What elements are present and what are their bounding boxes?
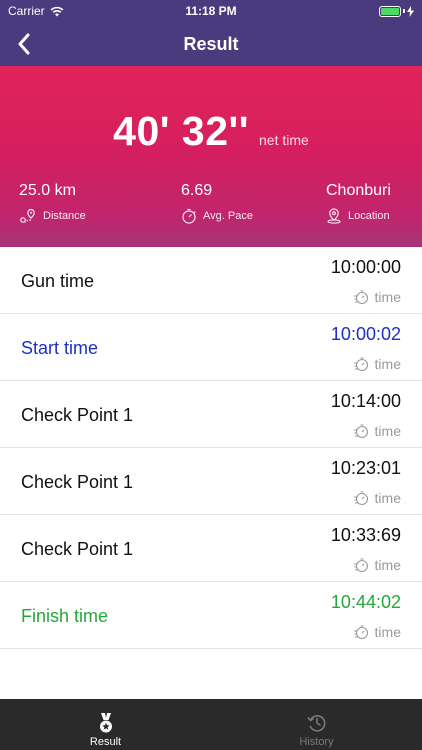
net-time-label: net time: [259, 132, 309, 148]
row-tag-label: time: [374, 557, 401, 573]
status-left: Carrier: [8, 4, 64, 18]
route-pin-icon: [20, 208, 35, 223]
wifi-icon: [50, 6, 64, 16]
list-item-finish-time[interactable]: Finish time 10:44:02 time: [0, 582, 422, 649]
pace-label: Avg. Pace: [203, 210, 253, 222]
medal-icon: [99, 713, 112, 733]
net-time-block: 40' 32'' net time: [0, 108, 422, 155]
row-name: Check Point 1: [21, 472, 134, 492]
timer-icon: [353, 625, 368, 640]
chevron-left-icon: [18, 33, 30, 55]
carrier-label: Carrier: [8, 4, 45, 18]
row-tag: time: [353, 624, 401, 640]
location-label: Location: [348, 210, 390, 222]
location-pin-icon: [327, 208, 341, 224]
list-item-gun-time[interactable]: Gun time 10:00:00 time: [0, 247, 422, 314]
pace-value: 6.69: [181, 182, 213, 199]
history-icon: [306, 715, 326, 732]
page-title: Result: [183, 33, 239, 54]
row-tag: time: [353, 356, 401, 372]
row-tag-label: time: [374, 356, 401, 372]
row-name: Finish time: [21, 606, 109, 626]
row-name: Check Point 1: [21, 405, 134, 425]
tab-bar: Result History: [0, 699, 422, 750]
distance-stat: 25.0 km Distance: [19, 182, 86, 224]
nav-bar: Result: [0, 22, 422, 66]
distance-value: 25.0 km: [19, 182, 76, 199]
stopwatch-icon: [182, 208, 196, 224]
row-tag-label: time: [374, 624, 401, 640]
list-item-check-point[interactable]: Check Point 1 10:23:01 time: [0, 448, 422, 515]
list-item-start-time[interactable]: Start time 10:00:02 time: [0, 314, 422, 381]
result-summary: 40' 32'' net time 25.0 km Distance 6.69 …: [0, 66, 422, 247]
row-tag-label: time: [374, 289, 401, 305]
row-name: Check Point 1: [21, 539, 134, 559]
pace-stat: 6.69 Avg. Pace: [181, 182, 253, 224]
tab-result[interactable]: Result: [0, 699, 211, 750]
status-bar: Carrier 11:18 PM: [0, 0, 422, 22]
row-tag: time: [353, 423, 401, 439]
row-tag-label: time: [374, 423, 401, 439]
tab-history[interactable]: History: [211, 699, 422, 750]
row-name: Gun time: [21, 271, 95, 291]
tab-label: History: [299, 736, 334, 748]
location-value: Chonburi: [326, 182, 391, 199]
list-item-check-point[interactable]: Check Point 1 10:14:00 time: [0, 381, 422, 448]
row-time: 10:14:00: [330, 391, 401, 411]
location-stat: Chonburi Location: [326, 182, 391, 224]
row-tag: time: [353, 557, 401, 573]
timer-icon: [353, 357, 368, 372]
row-time: 10:00:00: [330, 257, 401, 277]
distance-label: Distance: [43, 210, 86, 222]
row-time: 10:44:02: [330, 592, 401, 612]
timer-icon: [353, 290, 368, 305]
row-time: 10:23:01: [330, 458, 401, 478]
tab-label: Result: [89, 736, 122, 748]
timer-icon: [353, 558, 368, 573]
row-time: 10:00:02: [330, 324, 401, 344]
charging-icon: [407, 5, 414, 17]
row-name: Start time: [21, 338, 99, 358]
battery-icon: [379, 5, 414, 17]
list-item-check-point[interactable]: Check Point 1 10:33:69 time: [0, 515, 422, 582]
row-tag: time: [353, 289, 401, 305]
net-time-value: 40' 32'': [113, 108, 250, 154]
timer-icon: [353, 424, 368, 439]
row-tag-label: time: [374, 490, 401, 506]
back-button[interactable]: [8, 28, 40, 60]
row-tag: time: [353, 490, 401, 506]
row-time: 10:33:69: [330, 525, 401, 545]
timer-icon: [353, 491, 368, 506]
time-list: Gun time 10:00:00 time Start time 10:00:…: [0, 247, 422, 649]
